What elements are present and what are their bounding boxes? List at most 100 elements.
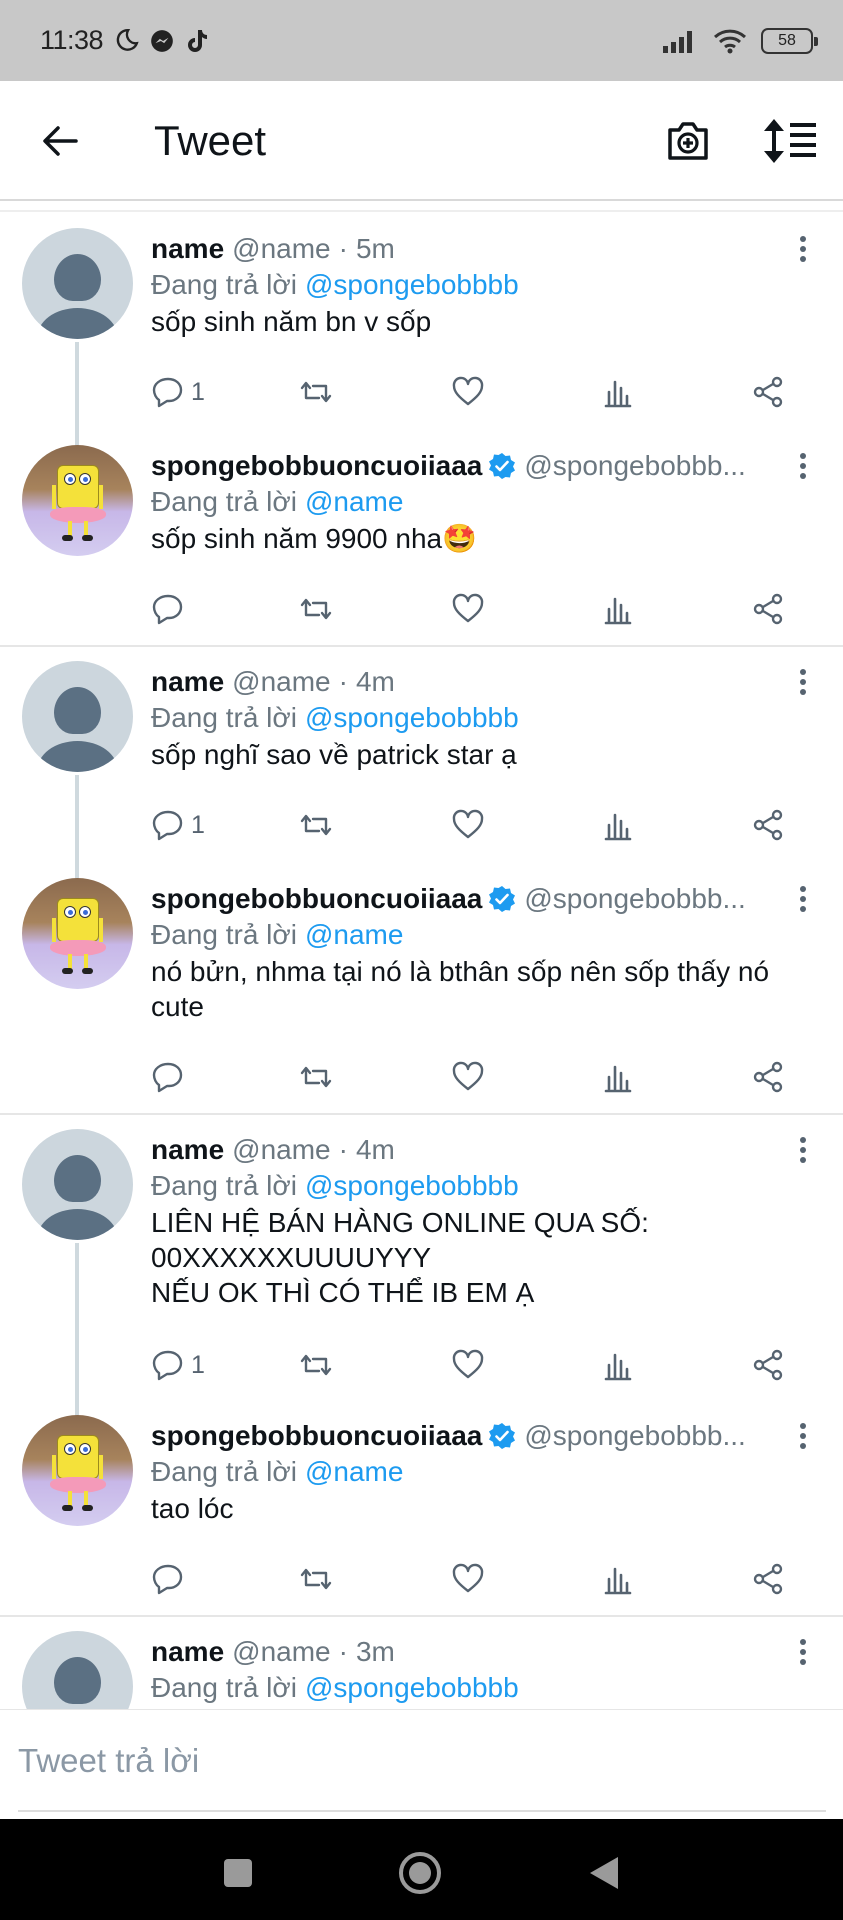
more-vertical-icon[interactable] xyxy=(797,232,809,266)
separator-dot: · xyxy=(338,233,348,264)
tweet[interactable]: name @name · 3m Đang trả lời @spongebobbb… xyxy=(0,1615,843,1709)
more-vertical-icon[interactable] xyxy=(797,1133,809,1167)
reply-button[interactable] xyxy=(151,1057,191,1097)
like-button[interactable] xyxy=(451,1057,485,1097)
status-bar: 11:38 58 xyxy=(0,0,843,81)
status-time: 11:38 xyxy=(40,25,104,55)
back-button[interactable] xyxy=(38,119,82,163)
retweet-icon xyxy=(300,1354,332,1376)
reply-mention[interactable]: @spongebobbbb xyxy=(305,1672,519,1703)
share-button[interactable] xyxy=(751,1345,785,1385)
retweet-button[interactable] xyxy=(299,1559,333,1599)
retweet-button[interactable] xyxy=(299,589,333,629)
like-button[interactable] xyxy=(451,805,485,845)
reply-input[interactable] xyxy=(18,1736,798,1786)
views-icon xyxy=(604,1353,632,1381)
separator-dot: · xyxy=(338,1636,348,1667)
reply-context: Đang trả lời @name xyxy=(151,1455,403,1489)
avatar[interactable] xyxy=(22,878,133,989)
tweet[interactable]: name @name · 4m Đang trả lời @spongebobbb… xyxy=(0,1113,843,1399)
author-name[interactable]: spongebobbuoncuoiiaaa xyxy=(151,882,482,916)
share-button[interactable] xyxy=(751,1057,785,1097)
share-button[interactable] xyxy=(751,589,785,629)
separator-dot: · xyxy=(338,1134,348,1165)
home-button[interactable] xyxy=(396,1849,444,1897)
reply-feed[interactable]: name @name · 5m Đang trả lời @spongebobbb… xyxy=(0,212,843,1709)
share-button[interactable] xyxy=(751,805,785,845)
tweet[interactable]: spongebobbuoncuoiiaaa @spongebobbb... Đa… xyxy=(0,429,843,646)
triangle-back-icon xyxy=(590,1857,618,1889)
more-vertical-icon[interactable] xyxy=(797,1419,809,1453)
retweet-icon xyxy=(300,814,332,836)
retweet-button[interactable] xyxy=(299,805,333,845)
retweet-button[interactable] xyxy=(299,1345,333,1385)
system-nav-bar xyxy=(0,1819,843,1920)
author-name[interactable]: name xyxy=(151,1635,224,1669)
tweet-text: tao lóc xyxy=(151,1493,234,1524)
reply-mention[interactable]: @spongebobbbb xyxy=(305,702,519,733)
more-vertical-icon[interactable] xyxy=(797,449,809,483)
reply-button[interactable] xyxy=(151,589,191,629)
like-button[interactable] xyxy=(451,1345,485,1385)
reply-mention[interactable]: @name xyxy=(305,919,403,950)
reply-button[interactable]: 1 xyxy=(151,372,205,412)
tweet-actions xyxy=(151,1057,801,1097)
camera-button[interactable] xyxy=(664,117,712,165)
reply-label: Đang trả lời xyxy=(151,1672,297,1703)
reply-label: Đang trả lời xyxy=(151,702,297,733)
tweet[interactable]: name @name · 4m Đang trả lời @spongebobbb… xyxy=(0,645,843,862)
views-button[interactable] xyxy=(601,805,635,845)
reply-mention[interactable]: @spongebobbbb xyxy=(305,1170,519,1201)
retweet-button[interactable] xyxy=(299,1057,333,1097)
avatar[interactable] xyxy=(22,1415,133,1526)
reply-button[interactable]: 1 xyxy=(151,805,205,845)
more-vertical-icon[interactable] xyxy=(797,665,809,699)
like-button[interactable] xyxy=(451,1559,485,1599)
square-icon xyxy=(224,1859,252,1887)
author-name[interactable]: name xyxy=(151,232,224,266)
reply-button[interactable]: 1 xyxy=(151,1345,205,1385)
more-vertical-icon[interactable] xyxy=(797,1635,809,1669)
views-button[interactable] xyxy=(601,372,635,412)
reply-mention[interactable]: @spongebobbbb xyxy=(305,269,519,300)
tweet[interactable]: name @name · 5m Đang trả lời @spongebobbb… xyxy=(0,212,843,429)
like-button[interactable] xyxy=(451,372,485,412)
tweet[interactable]: spongebobbuoncuoiiaaa @spongebobbb... Đa… xyxy=(0,1399,843,1616)
author-handle: @spongebobbb... xyxy=(524,883,746,914)
tweet-header: spongebobbuoncuoiiaaa @spongebobbb... xyxy=(151,1419,783,1453)
share-button[interactable] xyxy=(751,1559,785,1599)
author-name[interactable]: spongebobbuoncuoiiaaa xyxy=(151,449,482,483)
retweet-button[interactable] xyxy=(299,372,333,412)
author-name[interactable]: name xyxy=(151,1133,224,1167)
views-button[interactable] xyxy=(601,1559,635,1599)
more-vertical-icon[interactable] xyxy=(797,882,809,916)
battery-level: 58 xyxy=(778,31,796,49)
avatar[interactable] xyxy=(22,1631,133,1709)
moon-icon xyxy=(113,28,139,54)
camera-plus-icon xyxy=(668,122,708,160)
avatar[interactable] xyxy=(22,445,133,556)
heart-icon xyxy=(452,593,484,623)
author-name[interactable]: name xyxy=(151,665,224,699)
reply-mention[interactable]: @name xyxy=(305,486,403,517)
views-icon xyxy=(604,1567,632,1595)
like-button[interactable] xyxy=(451,589,485,629)
avatar[interactable] xyxy=(22,1129,133,1240)
views-button[interactable] xyxy=(601,1057,635,1097)
share-button[interactable] xyxy=(751,372,785,412)
tweet[interactable]: spongebobbuoncuoiiaaa @spongebobbb... Đa… xyxy=(0,862,843,1114)
views-button[interactable] xyxy=(601,1345,635,1385)
sort-button[interactable] xyxy=(762,117,818,165)
avatar[interactable] xyxy=(22,228,133,339)
back-nav-button[interactable] xyxy=(580,1849,628,1897)
reply-composer xyxy=(0,1709,843,1819)
reply-button[interactable] xyxy=(151,1559,191,1599)
retweet-icon xyxy=(300,598,332,620)
recents-button[interactable] xyxy=(214,1849,262,1897)
views-button[interactable] xyxy=(601,589,635,629)
reply-mention[interactable]: @name xyxy=(305,1456,403,1487)
retweet-icon xyxy=(300,1568,332,1590)
author-name[interactable]: spongebobbuoncuoiiaaa xyxy=(151,1419,482,1453)
reply-icon xyxy=(152,1062,183,1093)
avatar[interactable] xyxy=(22,661,133,772)
